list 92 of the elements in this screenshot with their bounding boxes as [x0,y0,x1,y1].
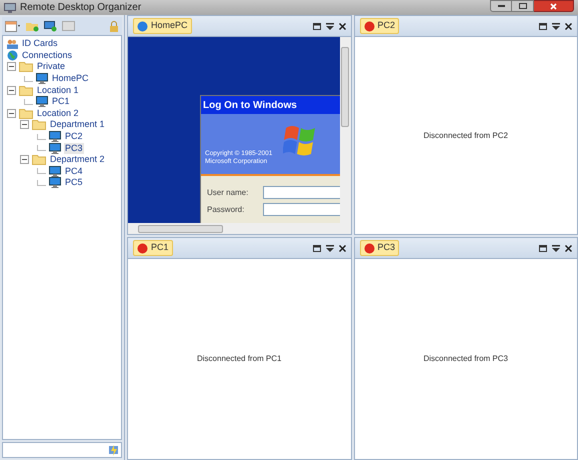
close-icon [550,2,557,10]
collapse-toggle[interactable] [7,108,16,118]
tree-item[interactable]: PC4 [64,166,84,177]
maximize-button[interactable] [312,244,320,252]
new-menu-button[interactable] [5,20,21,32]
session-tab[interactable]: PC3 [360,240,400,256]
tree-item[interactable]: ID Cards [21,38,59,50]
maximize-icon [518,3,526,9]
monitor-icon [49,131,61,142]
minus-icon [9,66,14,68]
status-message: Disconnected from PC1 [197,353,282,365]
close-button[interactable] [565,244,572,252]
vertical-scrollbar[interactable] [340,37,350,223]
monitor-icon [49,142,61,154]
window-icon [539,244,547,252]
add-connection-button[interactable] [44,20,57,32]
minus-icon [9,112,14,114]
input-field[interactable] [263,186,340,199]
maximize-button[interactable] [312,22,320,30]
menu-button[interactable] [552,22,560,30]
minus-icon [22,159,27,160]
tree-item[interactable]: Location 2 [36,108,80,119]
input-field[interactable] [263,203,340,216]
window-icon [539,22,547,30]
globe-icon [7,50,18,61]
menu-button[interactable] [326,22,334,30]
folder-add-icon [26,20,39,32]
horizontal-scrollbar[interactable] [128,223,350,234]
tree-item[interactable]: PC1 [51,96,71,108]
maximize-button[interactable] [512,0,534,12]
session-tab[interactable]: PC1 [133,240,173,256]
status-message: Disconnected from PC3 [424,353,508,365]
lightning-icon [108,444,119,456]
dropdown-icon [326,244,334,252]
close-icon [565,244,572,252]
minimize-icon [498,5,504,7]
collapse-toggle[interactable] [20,120,29,130]
folder-icon [32,154,46,166]
minimize-button[interactable] [490,0,512,12]
tree-item[interactable]: Department 1 [49,119,106,130]
close-button[interactable] [534,0,574,12]
window-icon [312,244,320,252]
dialog-title: Log On to Windows [201,96,340,114]
tree-item[interactable]: PC2 [64,131,84,142]
calendar-icon [5,20,21,32]
tree-item[interactable]: Location 1 [36,84,80,96]
tree-item[interactable]: PC5 [64,177,84,188]
tree-item[interactable]: HomePC [51,73,90,84]
folder-icon [19,84,33,96]
menu-button[interactable] [552,244,560,252]
collapse-toggle[interactable] [20,155,29,164]
tree-item[interactable]: Private [36,61,66,72]
tree-item[interactable]: PC3 [64,142,84,154]
folder-icon [19,61,33,72]
maximize-button[interactable] [539,244,547,252]
session-tab[interactable]: HomePC [133,18,192,34]
window-icon [312,22,320,30]
field-label: User name: [207,186,250,198]
close-button[interactable] [338,22,346,30]
monitor-icon [49,166,61,177]
close-icon [565,22,572,30]
field-label: Password: [207,204,246,216]
close-button[interactable] [338,244,346,252]
monitor-add-icon [44,20,57,32]
close-icon [338,22,346,30]
tree-item[interactable]: Department 2 [49,154,106,166]
session-tab[interactable]: PC2 [360,18,400,34]
card-icon [62,21,75,31]
monitor-icon [36,73,48,84]
app-icon [4,2,16,12]
status-message: Disconnected from PC2 [424,130,508,142]
dropdown-icon [552,244,560,252]
monitor-icon [49,177,61,188]
folder-icon [19,108,33,119]
collapse-toggle[interactable] [7,86,16,95]
search-field[interactable] [2,442,122,458]
minus-icon [9,90,14,91]
lock-icon [109,20,119,32]
minus-icon [22,124,27,126]
tree-item[interactable]: Connections [21,50,74,61]
flag-logo-icon [283,124,317,156]
menu-button[interactable] [326,244,334,252]
collapse-toggle[interactable] [7,62,16,72]
close-button[interactable] [565,22,572,30]
dropdown-icon [552,22,560,30]
dropdown-icon [326,22,334,30]
window-title: Remote Desktop Organizer [20,1,142,15]
monitor-icon [36,96,48,108]
maximize-button[interactable] [539,22,547,30]
people-card-icon [7,38,18,49]
folder-icon [32,119,46,130]
close-icon [338,244,346,252]
